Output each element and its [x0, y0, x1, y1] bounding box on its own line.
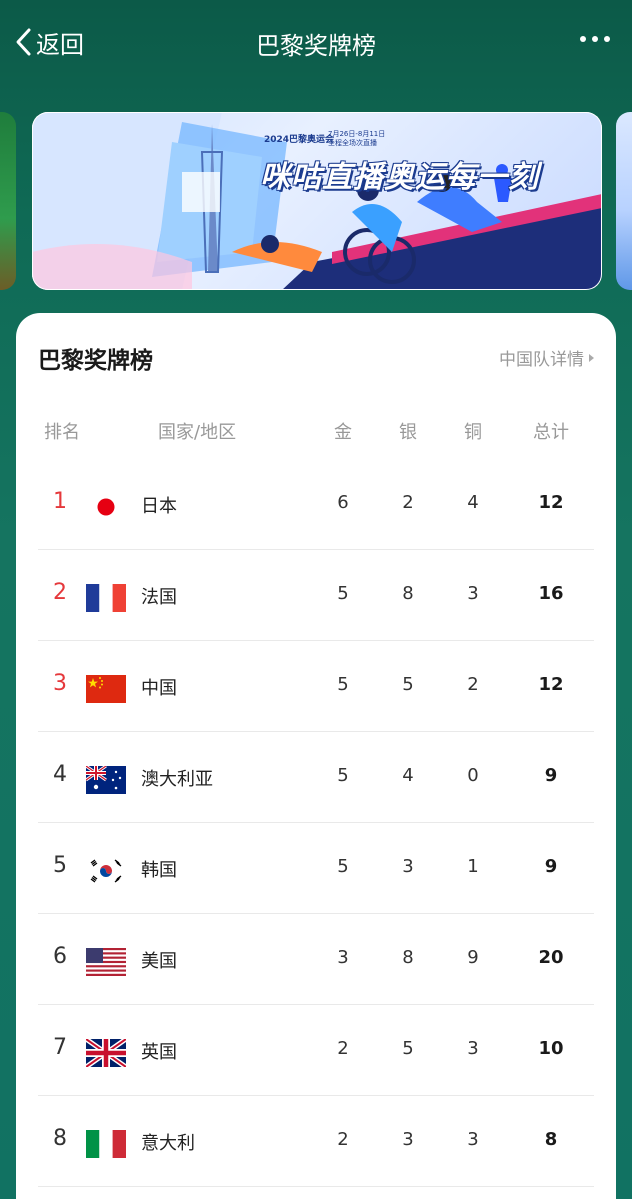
nav-bar: 返回 巴黎奖牌榜	[0, 0, 632, 84]
bronze-count: 3	[467, 1038, 479, 1059]
gold-count: 5	[337, 856, 349, 877]
gold-count: 2	[337, 1129, 349, 1150]
total-count: 12	[538, 492, 564, 513]
gold-count: 5	[337, 765, 349, 786]
table-row[interactable]: 5 韩国 5 3 1 9	[38, 823, 594, 914]
country-name: 法国	[141, 587, 177, 608]
caret-right-icon	[589, 353, 594, 362]
header-country: 国家/地区	[158, 422, 237, 443]
bronze-count: 1	[467, 856, 479, 877]
bronze-count: 3	[467, 583, 479, 604]
country-name: 英国	[141, 1042, 177, 1063]
table-row[interactable]: 7 英国 2 5 3 10	[38, 1005, 594, 1096]
page-title: 巴黎奖牌榜	[256, 32, 376, 60]
australia-flag-icon	[86, 766, 126, 794]
country-name: 韩国	[141, 860, 177, 881]
banner-caption: 2024巴黎奥运会	[264, 135, 335, 145]
silver-count: 8	[402, 947, 414, 968]
header-gold: 金	[334, 422, 352, 443]
silver-count: 4	[402, 765, 414, 786]
japan-flag-icon	[86, 493, 126, 521]
country-name: 澳大利亚	[141, 769, 213, 790]
gold-count: 6	[337, 492, 349, 513]
usa-flag-icon	[86, 948, 126, 976]
country-name: 美国	[141, 951, 177, 972]
rank: 1	[53, 489, 67, 514]
total-count: 20	[538, 947, 564, 968]
country-name: 日本	[141, 496, 177, 517]
gold-count: 2	[337, 1038, 349, 1059]
banner-dates: 7月26日-8月11日 全程全场次直播	[328, 130, 386, 147]
total-count: 12	[538, 674, 564, 695]
detail-link-label: 中国队详情	[499, 350, 584, 370]
silver-count: 2	[402, 492, 414, 513]
header-rank: 排名	[44, 422, 80, 443]
header-bronze: 铜	[464, 422, 482, 443]
table-row[interactable]: 2 法国 5 8 3 16	[38, 550, 594, 641]
more-options-icon[interactable]	[580, 36, 610, 42]
header-silver: 银	[399, 422, 417, 443]
table-row[interactable]: 6 美国 3 8 9 20	[38, 914, 594, 1005]
bronze-count: 2	[467, 674, 479, 695]
total-count: 16	[538, 583, 564, 604]
country-name: 中国	[141, 678, 177, 699]
rank: 4	[53, 762, 67, 787]
gold-count: 5	[337, 674, 349, 695]
gold-count: 3	[337, 947, 349, 968]
rank: 2	[53, 580, 67, 605]
silver-count: 3	[402, 856, 414, 877]
total-count: 10	[538, 1038, 564, 1059]
rank: 6	[53, 944, 67, 969]
gold-count: 5	[337, 583, 349, 604]
promo-banner[interactable]: 2024巴黎奥运会 7月26日-8月11日 全程全场次直播 咪咕直播奥运每一刻	[32, 112, 602, 290]
table-header: 排名 国家/地区 金 银 铜 总计	[16, 418, 616, 443]
rank: 3	[53, 671, 67, 696]
silver-count: 5	[402, 674, 414, 695]
banner-slogan: 咪咕直播奥运每一刻	[260, 160, 539, 195]
banner-next-peek[interactable]	[616, 112, 632, 290]
italy-flag-icon	[86, 1130, 126, 1158]
total-count: 9	[544, 765, 558, 786]
china-team-details-link[interactable]: 中国队详情	[499, 345, 594, 370]
country-name: 意大利	[141, 1133, 195, 1154]
table-row[interactable]: 1 日本 6 2 4 12	[38, 459, 594, 550]
rank: 8	[53, 1126, 67, 1151]
silver-count: 5	[402, 1038, 414, 1059]
silver-count: 8	[402, 583, 414, 604]
silver-count: 3	[402, 1129, 414, 1150]
banner-previous-peek[interactable]	[0, 112, 16, 290]
total-count: 8	[544, 1129, 558, 1150]
table-row[interactable]: 3 中国 5 5 2 12	[38, 641, 594, 732]
total-count: 9	[544, 856, 558, 877]
bronze-count: 3	[467, 1129, 479, 1150]
card-title: 巴黎奖牌榜	[38, 348, 153, 374]
medal-table-card: 巴黎奖牌榜 中国队详情 排名 国家/地区 金 银 铜 总计 1 日本 6 2 4…	[16, 313, 616, 1199]
rank: 5	[53, 853, 67, 878]
korea-flag-icon	[86, 857, 126, 885]
rank: 7	[53, 1035, 67, 1060]
china-flag-icon	[86, 675, 126, 703]
table-row[interactable]: 8 意大利 2 3 3 8	[38, 1096, 594, 1187]
header-total: 总计	[533, 422, 569, 443]
bronze-count: 0	[467, 765, 479, 786]
bronze-count: 4	[467, 492, 479, 513]
uk-flag-icon	[86, 1039, 126, 1067]
bronze-count: 9	[467, 947, 479, 968]
france-flag-icon	[86, 584, 126, 612]
table-row[interactable]: 4 澳大利亚 5 4 0 9	[38, 732, 594, 823]
